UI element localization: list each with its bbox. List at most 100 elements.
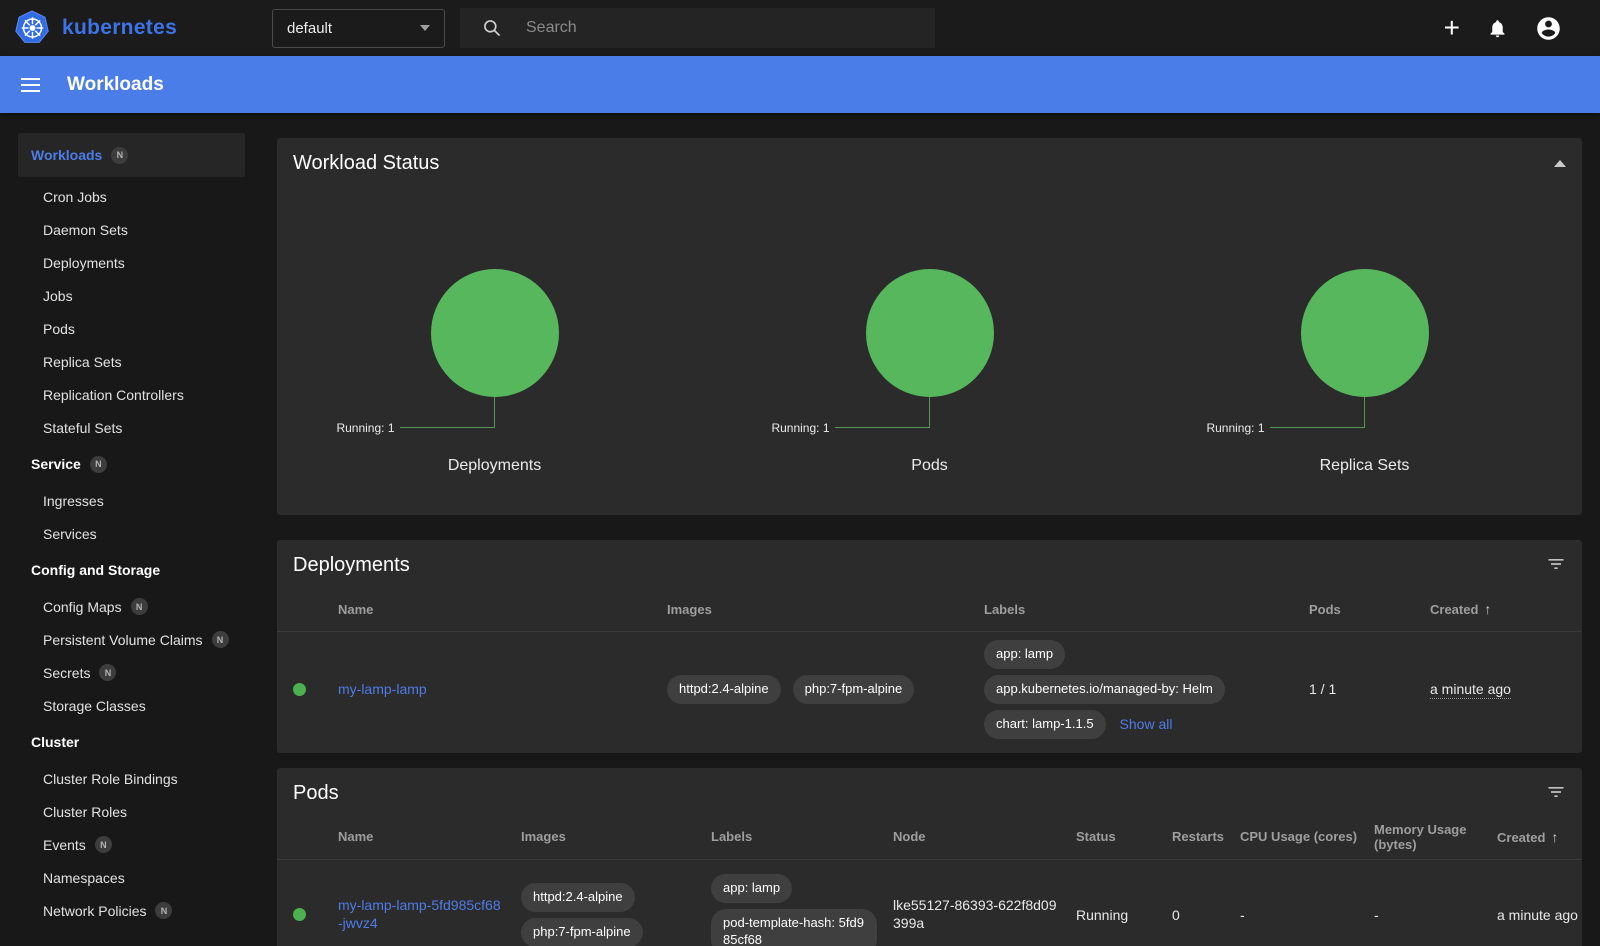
donut-replica-sets (1301, 269, 1429, 397)
namespaced-badge: N (131, 598, 148, 615)
status-ok-icon (293, 908, 306, 921)
column-header-name[interactable]: Name (338, 602, 667, 617)
column-header-labels[interactable]: Labels (711, 829, 893, 844)
sidebar-item-replication-controllers[interactable]: Replication Controllers (0, 378, 260, 411)
sidebar-item-label: Daemon Sets (43, 222, 128, 238)
sidebar-item-persistent-volume-claims[interactable]: Persistent Volume Claims N (0, 623, 260, 656)
sidebar-item-services[interactable]: Services (0, 517, 260, 550)
table-row: my-lamp-lamp-5fd985cf68-jwvz4 httpd:2.4-… (277, 860, 1582, 946)
label-chip: php:7-fpm-alpine (793, 675, 915, 704)
deployments-title: Deployments (293, 554, 410, 577)
namespaced-badge: N (111, 147, 128, 164)
sidebar-item-daemon-sets[interactable]: Daemon Sets (0, 213, 260, 246)
sidebar-item-cluster-role-bindings[interactable]: Cluster Role Bindings (0, 762, 260, 795)
column-header-node[interactable]: Node (893, 829, 1076, 844)
deployment-name-link[interactable]: my-lamp-lamp (338, 681, 427, 697)
sidebar-item-config-maps[interactable]: Config Maps N (0, 590, 260, 623)
column-header-images[interactable]: Images (521, 829, 711, 844)
sidebar-item-service[interactable]: ServiceN (0, 444, 260, 484)
column-header-name[interactable]: Name (338, 829, 521, 844)
app-bar: Workloads (0, 56, 1600, 113)
show-all-link[interactable]: Show all (1120, 716, 1173, 732)
sidebar-item-ingresses[interactable]: Ingresses (0, 484, 260, 517)
sort-ascending-icon: ↑ (1551, 829, 1558, 845)
sidebar-item-label: Cluster (31, 734, 79, 750)
collapse-icon[interactable] (1554, 160, 1566, 167)
search-input[interactable] (526, 19, 866, 37)
label-chip: httpd:2.4-alpine (521, 883, 635, 912)
sidebar-nav: WorkloadsN Cron Jobs Daemon Sets Deployment… (0, 113, 260, 946)
chevron-down-icon (420, 25, 430, 31)
sidebar-item-stateful-sets[interactable]: Stateful Sets (0, 411, 260, 444)
sidebar-item-replica-sets[interactable]: Replica Sets (0, 345, 260, 378)
table-row: my-lamp-lamp httpd:2.4-alpine php:7-fpm-a… (277, 632, 1582, 753)
logo-wordmark: kubernetes (62, 16, 177, 40)
kubernetes-dashboard: kubernetes default + (0, 0, 1600, 946)
create-resource-icon[interactable]: + (1444, 18, 1460, 38)
sidebar-item-cron-jobs[interactable]: Cron Jobs (0, 180, 260, 213)
sidebar-item-cluster[interactable]: Cluster (0, 722, 260, 762)
pods-card: Pods NameImagesLabelsNodeStatusRestartsC… (277, 768, 1582, 946)
sidebar-item-jobs[interactable]: Jobs (0, 279, 260, 312)
created-timeago: a minute ago (1430, 681, 1511, 699)
namespaced-badge: N (212, 631, 229, 648)
status-chart-pods: Running: 1Pods (712, 269, 1147, 475)
sidebar-item-label: Config and Storage (31, 562, 160, 578)
chart-callout-label: Running: 1 (336, 421, 394, 435)
filter-list-icon[interactable] (1546, 554, 1566, 574)
header-actions: + (1444, 15, 1600, 42)
column-header-memory-usage-bytes[interactable]: Memory Usage (bytes) (1374, 822, 1497, 852)
kubernetes-logo[interactable]: kubernetes (0, 8, 260, 48)
sidebar-item-cluster-roles[interactable]: Cluster Roles (0, 795, 260, 828)
status-chart-replica-sets: Running: 1Replica Sets (1147, 269, 1582, 475)
namespaced-badge: N (95, 836, 112, 853)
user-avatar-icon[interactable] (1535, 15, 1562, 42)
sidebar-item-workloads[interactable]: WorkloadsN (18, 133, 245, 177)
sidebar-item-pods[interactable]: Pods (0, 312, 260, 345)
label-chip: pod-template-hash: 5fd985cf68 (711, 909, 877, 946)
column-header-labels[interactable]: Labels (984, 602, 1309, 617)
label-chip: httpd:2.4-alpine (667, 675, 781, 704)
sidebar-item-label: Replica Sets (43, 354, 122, 370)
label-chip: chart: lamp-1.1.5 (984, 710, 1106, 739)
main-content: Workload Status Running: 1DeploymentsRun… (260, 113, 1600, 946)
sidebar-item-secrets[interactable]: SecretsN (0, 656, 260, 689)
sidebar-item-label: Events (43, 837, 86, 853)
column-header-pods[interactable]: Pods (1309, 602, 1430, 617)
sidebar-item-network-policies[interactable]: Network PoliciesN (0, 894, 260, 927)
label-chip: app: lamp (711, 874, 792, 903)
column-header-created[interactable]: Created↑ (1497, 829, 1582, 845)
column-header-created[interactable]: Created↑ (1430, 601, 1582, 617)
column-header-images[interactable]: Images (667, 602, 984, 617)
sidebar-item-storage-classes[interactable]: Storage Classes (0, 689, 260, 722)
column-header-restarts[interactable]: Restarts (1172, 829, 1240, 844)
sidebar-item-label: Service (31, 456, 81, 472)
pod-status: Running (1076, 907, 1172, 923)
sidebar-item-namespaces[interactable]: Namespaces (0, 861, 260, 894)
pod-restarts: 0 (1172, 907, 1240, 923)
column-header-cpu-usage-cores[interactable]: CPU Usage (cores) (1240, 829, 1374, 844)
pod-node: lke55127-86393-622f8d09399a (893, 897, 1076, 932)
sidebar-item-events[interactable]: Events N (0, 828, 260, 861)
sidebar-item-label: Cron Jobs (43, 189, 107, 205)
namespace-selector[interactable]: default (272, 9, 445, 48)
sidebar-item-label: Pods (43, 321, 75, 337)
donut-pods (866, 269, 994, 397)
sidebar-item-label: Config Maps (43, 599, 122, 615)
sidebar-item-deployments[interactable]: Deployments (0, 246, 260, 279)
filter-list-icon[interactable] (1546, 782, 1566, 802)
sort-ascending-icon: ↑ (1484, 601, 1491, 617)
sidebar-item-label: Persistent Volume Claims (43, 632, 203, 648)
menu-hamburger-icon[interactable] (21, 78, 40, 92)
column-header-status[interactable]: Status (1076, 829, 1172, 844)
chart-callout-label: Running: 1 (771, 421, 829, 435)
sidebar-item-label: Cluster Roles (43, 804, 127, 820)
notifications-bell-icon[interactable] (1487, 18, 1508, 39)
kubernetes-logo-icon (13, 8, 52, 48)
sidebar-item-config-and-storage[interactable]: Config and Storage (0, 550, 260, 590)
sidebar-item-label: Deployments (43, 255, 125, 271)
sidebar-item-label: Services (43, 526, 97, 542)
donut-deployments (431, 269, 559, 397)
pod-name-link[interactable]: my-lamp-lamp-5fd985cf68-jwvz4 (338, 897, 501, 931)
page-title: Workloads (67, 74, 164, 96)
